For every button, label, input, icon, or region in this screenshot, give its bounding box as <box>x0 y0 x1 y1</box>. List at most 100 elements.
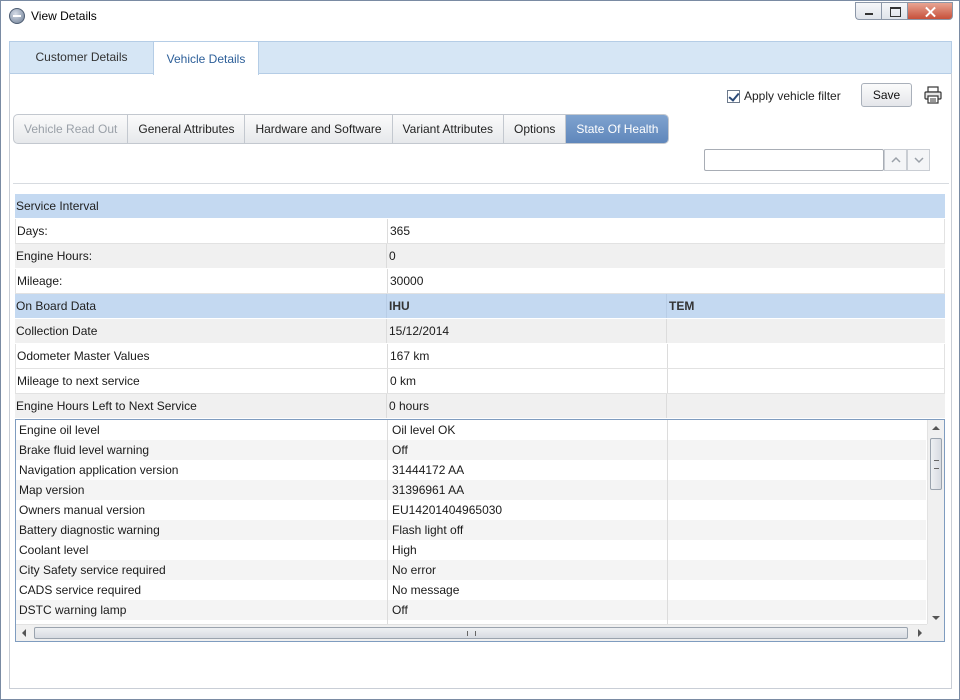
vertical-scrollbar[interactable] <box>927 420 944 626</box>
list-item-tem-value <box>667 480 926 500</box>
list-item-tem-value <box>667 500 926 520</box>
list-item-ihu-value: Off <box>387 440 667 460</box>
row-tem-value <box>667 344 946 368</box>
minimize-button[interactable] <box>855 2 881 20</box>
list-item: Battery diagnostic warning Flash light o… <box>16 520 926 540</box>
table-row: Odometer Master Values 167 km <box>15 344 945 369</box>
sub-tab-bar: Vehicle Read Out General Attributes Hard… <box>13 114 670 144</box>
subtab-vehicle-read-out[interactable]: Vehicle Read Out <box>14 115 129 143</box>
list-item: Coolant level High <box>16 540 926 560</box>
subtab-general-attributes[interactable]: General Attributes <box>128 115 246 143</box>
search-input[interactable] <box>704 149 884 171</box>
list-item: Navigation application version 31444172 … <box>16 460 926 480</box>
maximize-button[interactable] <box>881 2 907 20</box>
state-of-health-grid: Service Interval Days: 365 Engine Hours:… <box>15 194 945 419</box>
subtab-hardware-and-software[interactable]: Hardware and Software <box>245 115 393 143</box>
tab-vehicle-details[interactable]: Vehicle Details <box>153 41 259 75</box>
list-item: Brake fluid level warning Off <box>16 440 926 460</box>
horizontal-scrollbar[interactable] <box>16 624 928 641</box>
list-item-ihu-value: 31444172 AA <box>387 460 667 480</box>
list-item-label: Owners manual version <box>19 503 146 517</box>
view-details-window: View Details Customer Details Vehicle De… <box>0 0 960 700</box>
list-item-ihu-value: Off <box>387 600 667 620</box>
row-label: Engine Hours Left to Next Service <box>16 399 197 413</box>
chevron-up-icon <box>891 156 901 163</box>
list-item-tem-value <box>667 440 926 460</box>
horizontal-scroll-thumb[interactable] <box>34 627 908 639</box>
list-item-tem-value <box>667 460 926 480</box>
list-item-ihu-value: Oil level OK <box>387 420 667 440</box>
list-item-label: CADS service required <box>19 583 142 597</box>
row-ihu-value: 167 km <box>387 344 667 368</box>
scroll-up-arrow-icon[interactable] <box>932 426 940 430</box>
row-value: 0 <box>386 244 666 268</box>
subtab-options[interactable]: Options <box>504 115 567 143</box>
list-item-ihu-value: EU14201404965030 <box>387 500 667 520</box>
close-button[interactable] <box>907 2 953 20</box>
save-button[interactable]: Save <box>861 83 912 107</box>
row-label: Engine Hours: <box>16 249 93 263</box>
row-label: Odometer Master Values <box>17 349 150 363</box>
scroll-right-arrow-icon[interactable] <box>918 629 922 637</box>
table-row: Collection Date 15/12/2014 <box>15 319 945 344</box>
table-row: Engine Hours Left to Next Service 0 hour… <box>15 394 945 419</box>
row-label: Collection Date <box>16 324 98 338</box>
row-ihu-value: 0 km <box>387 369 667 393</box>
subtab-state-of-health[interactable]: State Of Health <box>566 115 669 143</box>
row-value: 365 <box>387 219 667 243</box>
vertical-scroll-thumb[interactable] <box>930 438 942 490</box>
row-label: Mileage: <box>17 274 63 288</box>
search-next-button[interactable] <box>907 149 930 171</box>
list-item-tem-value <box>667 580 926 600</box>
window-controls <box>855 2 953 20</box>
list-item-label: Engine oil level <box>19 423 100 437</box>
apply-vehicle-filter-label[interactable]: Apply vehicle filter <box>744 89 841 103</box>
main-tab-bar: Customer Details Vehicle Details <box>9 41 952 75</box>
list-item-label: Navigation application version <box>19 463 179 477</box>
list-item-tem-value <box>667 520 926 540</box>
list-item-label: DSTC warning lamp <box>19 603 127 617</box>
apply-vehicle-filter-checkbox[interactable] <box>727 90 740 103</box>
subtab-variant-attributes[interactable]: Variant Attributes <box>393 115 505 143</box>
list-item-tem-value <box>667 560 926 580</box>
row-ihu-value: 15/12/2014 <box>386 319 666 343</box>
row-tem-value <box>666 319 945 343</box>
list-item: CADS service required No message <box>16 580 926 600</box>
row-ihu-value: 0 hours <box>386 394 666 418</box>
list-item-label: Brake fluid level warning <box>19 443 150 457</box>
row-label: Days: <box>17 224 48 238</box>
list-item-label: Coolant level <box>19 543 89 557</box>
list-item-ihu-value: High <box>387 540 667 560</box>
list-item-ihu-value: No error <box>387 560 667 580</box>
scroll-down-arrow-icon[interactable] <box>932 616 940 620</box>
list-item: Owners manual version EU14201404965030 <box>16 500 926 520</box>
list-item-tem-value <box>667 600 926 620</box>
row-tem-value <box>666 394 945 418</box>
list-item-label: Map version <box>19 483 85 497</box>
row-label: Mileage to next service <box>17 374 140 388</box>
table-row: Mileage: 30000 <box>15 269 945 294</box>
service-interval-header: Service Interval <box>15 194 945 219</box>
section-title: Service Interval <box>16 199 99 213</box>
list-item: Map version 31396961 AA <box>16 480 926 500</box>
scroll-left-arrow-icon[interactable] <box>22 629 26 637</box>
table-row: Engine Hours: 0 <box>15 244 945 269</box>
toolbar-divider <box>13 183 949 184</box>
on-board-data-header: On Board Data IHU TEM <box>15 294 945 319</box>
list-item-tem-value <box>667 540 926 560</box>
on-board-data-list[interactable]: Engine oil level Oil level OK Brake flui… <box>15 419 945 642</box>
column-header-ihu: IHU <box>386 294 666 318</box>
row-value: 30000 <box>387 269 667 293</box>
list-item-ihu-value: 31396961 AA <box>387 480 667 500</box>
chevron-down-icon <box>914 157 924 164</box>
list-item: City Safety service required No error <box>16 560 926 580</box>
printer-icon[interactable] <box>923 85 943 105</box>
table-row: Mileage to next service 0 km <box>15 369 945 394</box>
table-row: Days: 365 <box>15 219 945 244</box>
app-logo-icon <box>9 8 25 24</box>
tab-customer-details[interactable]: Customer Details <box>10 41 153 74</box>
list-item-label: Battery diagnostic warning <box>19 523 160 537</box>
search-previous-button[interactable] <box>884 149 907 171</box>
list-item: Engine oil level Oil level OK <box>16 420 926 440</box>
list-item: DSTC warning lamp Off <box>16 600 926 620</box>
